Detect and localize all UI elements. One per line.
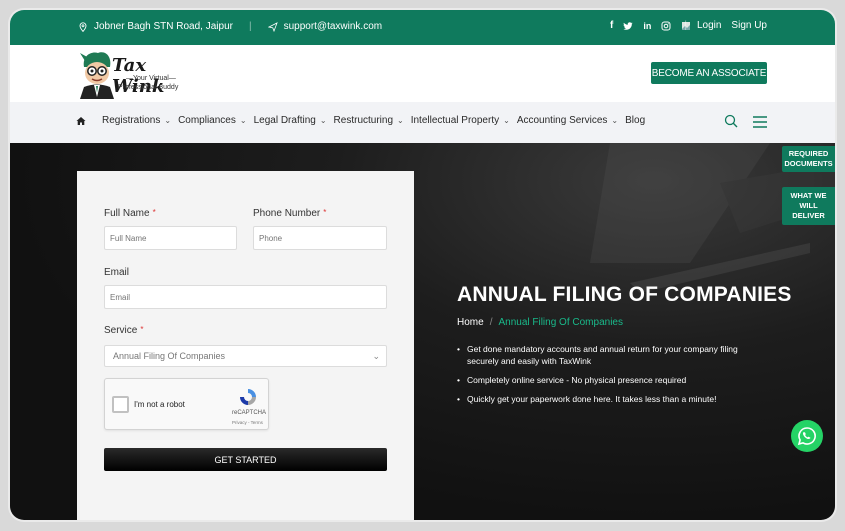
- hero-section: Full Name* Phone Number* Email Service* …: [10, 143, 835, 520]
- breadcrumb-current: Annual Filing Of Companies: [498, 317, 623, 328]
- chevron-down-icon: ⌄: [397, 116, 404, 125]
- nav-item-blog[interactable]: Blog: [625, 115, 645, 126]
- site-header: Tax Wink —Your Virtual— Professional Bud…: [10, 45, 835, 102]
- what-we-deliver-tab[interactable]: WHAT WE WILL DELIVER: [782, 187, 835, 225]
- login-link[interactable]: Login: [697, 20, 721, 31]
- auth-links: | Login Sign Up: [684, 20, 767, 31]
- service-selected-value: Annual Filing Of Companies: [113, 351, 226, 361]
- service-select[interactable]: Annual Filing Of Companies ⌄: [104, 345, 387, 367]
- nav-item-legal-drafting[interactable]: Legal Drafting ⌄: [254, 115, 327, 126]
- instagram-icon[interactable]: [661, 21, 671, 31]
- chevron-down-icon: ⌄: [372, 351, 380, 361]
- email-link[interactable]: support@taxwink.com: [284, 21, 383, 32]
- breadcrumb: Home / Annual Filing Of Companies: [457, 317, 623, 328]
- browser-frame: Jobner Bagh STN Road, Jaipur | support@t…: [10, 10, 835, 520]
- full-name-field[interactable]: [104, 226, 237, 250]
- social-links: f in: [610, 20, 691, 31]
- page-title: ANNUAL FILING OF COMPANIES: [457, 283, 792, 306]
- divider: |: [248, 21, 252, 32]
- hamburger-menu-icon[interactable]: [752, 115, 768, 129]
- send-icon: [267, 21, 278, 32]
- nav-item-registrations[interactable]: Registrations ⌄: [102, 115, 171, 126]
- enquiry-form: Full Name* Phone Number* Email Service* …: [77, 171, 414, 520]
- signup-link[interactable]: Sign Up: [731, 20, 767, 31]
- recaptcha-links[interactable]: Privacy - Terms: [232, 420, 263, 425]
- background-building-decoration: [590, 143, 835, 293]
- list-item: Completely online service - No physical …: [457, 374, 757, 386]
- nav-item-accounting-services[interactable]: Accounting Services ⌄: [517, 115, 618, 126]
- recaptcha-brand: reCAPTCHA: [232, 410, 267, 416]
- get-started-button[interactable]: GET STARTED: [104, 448, 387, 471]
- email-field[interactable]: [104, 285, 387, 309]
- logo[interactable]: Tax Wink —Your Virtual— Professional Bud…: [76, 49, 186, 99]
- nav-items: Registrations ⌄ Compliances ⌄ Legal Drafti…: [76, 115, 652, 126]
- chevron-down-icon: ⌄: [319, 116, 327, 125]
- whatsapp-button[interactable]: [791, 420, 823, 452]
- tagline-line-1: —Your Virtual—: [126, 75, 176, 82]
- breadcrumb-separator: /: [489, 317, 493, 328]
- recaptcha-logo-icon: [240, 389, 256, 405]
- required-documents-tab[interactable]: REQUIRED DOCUMENTS: [782, 146, 835, 172]
- email-label: Email: [104, 267, 130, 278]
- chevron-down-icon: ⌄: [164, 116, 172, 125]
- recaptcha-label: I'm not a robot: [134, 400, 185, 409]
- chevron-down-icon: ⌄: [503, 116, 510, 125]
- contact-info: Jobner Bagh STN Road, Jaipur | support@t…: [78, 21, 382, 32]
- feature-list: Get done mandatory accounts and annual r…: [457, 343, 757, 412]
- tagline-line-2: Professional Buddy: [118, 84, 179, 91]
- address-text: Jobner Bagh STN Road, Jaipur: [94, 21, 233, 32]
- linkedin-icon[interactable]: in: [643, 21, 651, 31]
- recaptcha-checkbox[interactable]: [112, 396, 129, 413]
- location-pin-icon: [79, 21, 87, 32]
- full-name-label: Full Name *: [104, 208, 156, 219]
- chevron-down-icon: ⌄: [239, 116, 247, 125]
- twitter-icon[interactable]: [623, 21, 633, 31]
- whatsapp-icon: [797, 427, 816, 446]
- divider: |: [684, 20, 687, 31]
- main-nav: Registrations ⌄ Compliances ⌄ Legal Drafti…: [10, 102, 835, 143]
- facebook-icon[interactable]: f: [610, 20, 613, 31]
- become-associate-button[interactable]: BECOME AN ASSOCIATE: [651, 62, 767, 84]
- list-item: Quickly get your paperwork done here. It…: [457, 393, 757, 405]
- search-icon[interactable]: [724, 114, 738, 128]
- home-icon[interactable]: [76, 116, 86, 126]
- nav-item-compliances[interactable]: Compliances ⌄: [178, 115, 247, 126]
- phone-field[interactable]: [253, 226, 387, 250]
- nav-item-restructuring[interactable]: Restructuring ⌄: [334, 115, 404, 126]
- nav-item-intellectual-property[interactable]: Intellectual Property ⌄: [411, 115, 510, 126]
- list-item: Get done mandatory accounts and annual r…: [457, 343, 757, 367]
- chevron-down-icon: ⌄: [611, 116, 619, 125]
- recaptcha-widget: I'm not a robot reCAPTCHA Privacy - Term…: [104, 378, 269, 430]
- service-label: Service *: [104, 325, 144, 336]
- top-bar: Jobner Bagh STN Road, Jaipur | support@t…: [10, 10, 835, 45]
- breadcrumb-home[interactable]: Home: [457, 317, 484, 328]
- phone-label: Phone Number *: [253, 208, 327, 219]
